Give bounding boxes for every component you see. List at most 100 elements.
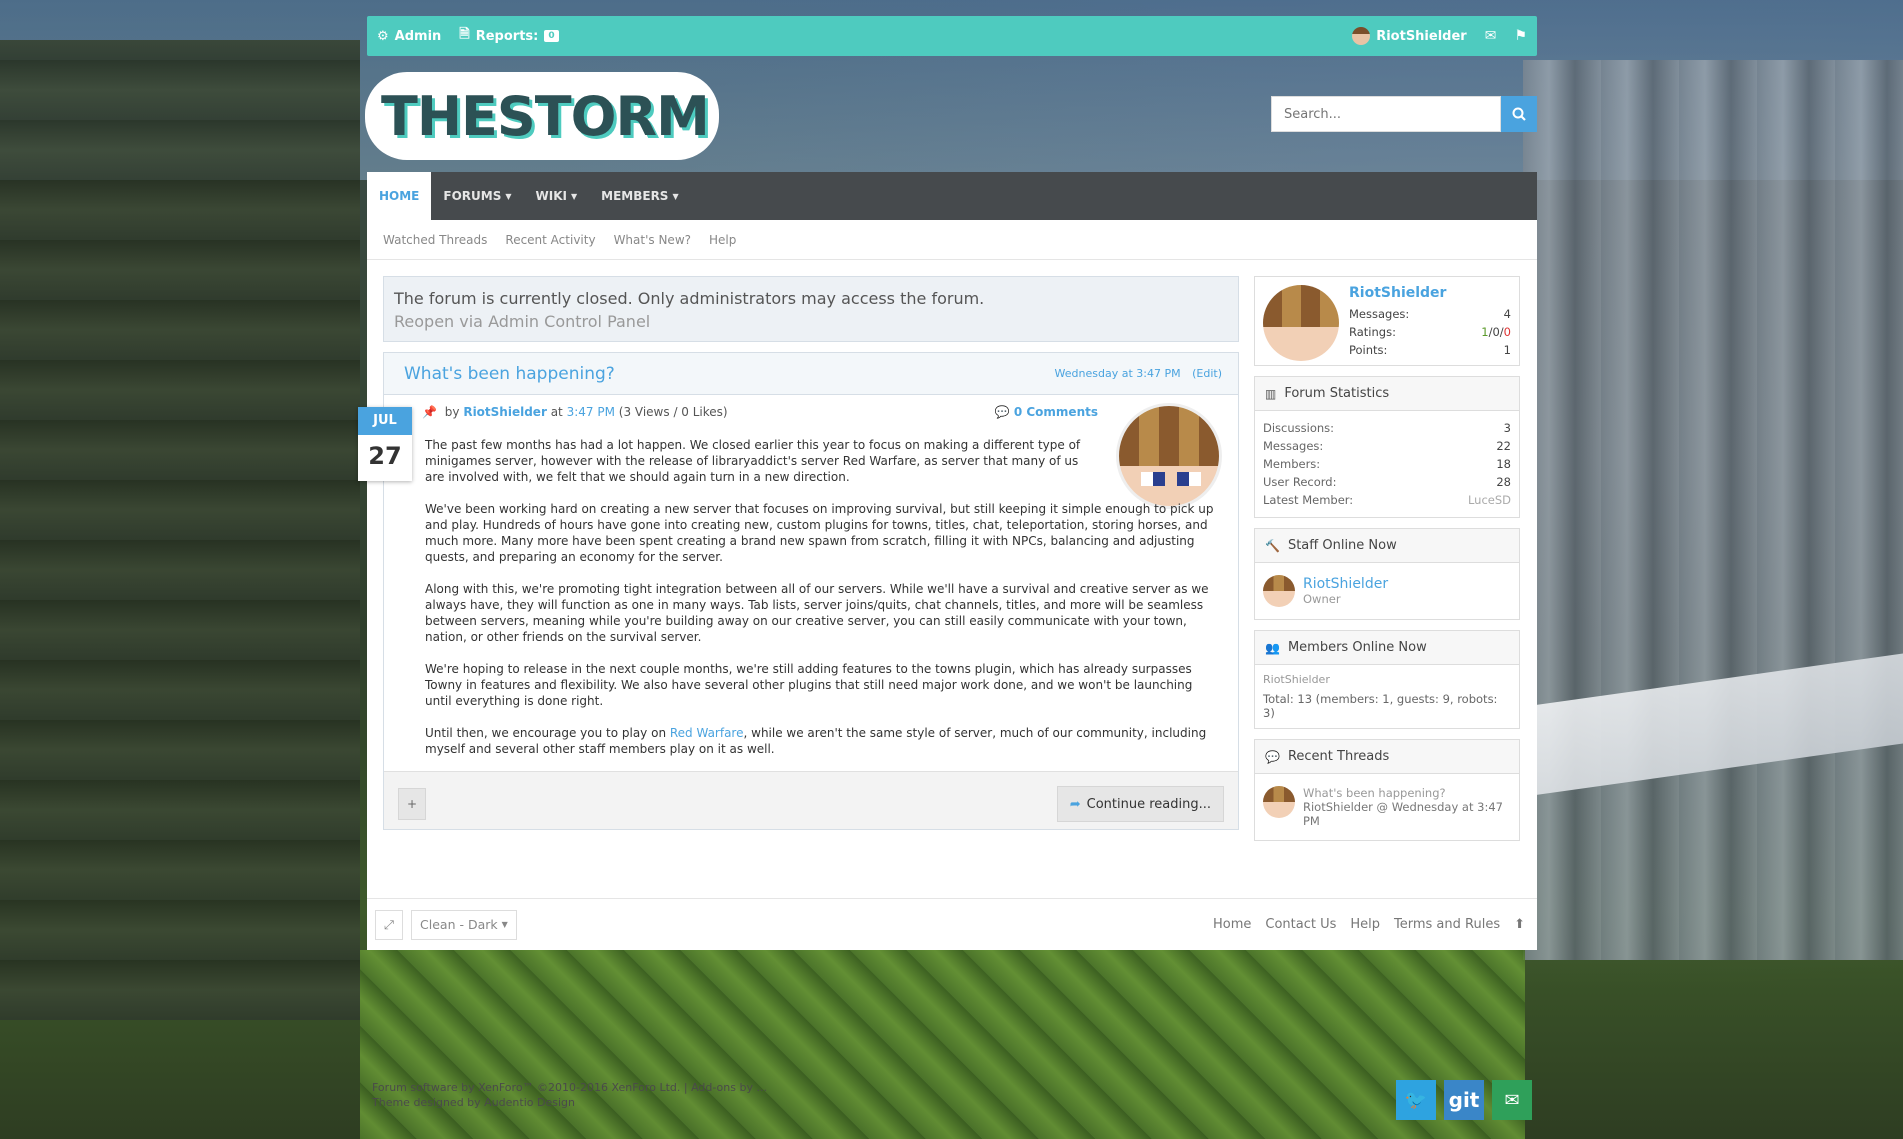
style-chooser[interactable]: Clean - Dark ▼ [411,909,517,940]
stat-row: Members: 18 [1263,457,1511,471]
copyright: Forum software by XenForo™ ©2010-2016 Xe… [372,1080,767,1110]
visitor-name[interactable]: RiotShielder [1349,285,1511,301]
article-footer: + ➦ Continue reading... [384,771,1238,829]
user-menu[interactable]: RiotShielder [1352,27,1467,45]
thread-meta: RiotShielder @ Wednesday at 3:47 PM [1303,800,1503,828]
caret-down-icon: ▼ [505,191,512,201]
comment-icon: 💬 [1265,749,1280,764]
date-day: 27 [368,442,402,470]
caret-down-icon: ▼ [672,191,679,201]
stat-row: User Record: 28 [1263,475,1511,489]
visitor-panel-body: RiotShielder Messages: 4 Ratings: 1/0/0 Po… [1255,277,1519,365]
footer-controls: ⤢ Clean - Dark ▼ [375,909,517,940]
paragraph: Along with this, we're promoting tight i… [425,582,1209,644]
article-date: Wednesday at 3:47 PM (Edit) [1047,367,1222,380]
article-title[interactable]: What's been happening? [404,364,615,384]
subnav-help[interactable]: Help [709,233,736,247]
footer-bar: ⤢ Clean - Dark ▼ Home Contact Us Help Te… [367,898,1537,950]
author-link[interactable]: RiotShielder [463,405,547,419]
document-icon: 🗎 [459,27,470,42]
twitter-icon: 🐦 [1404,1089,1428,1111]
edit-link[interactable]: (Edit) [1192,367,1222,380]
search-icon [1512,107,1526,121]
sidebar: RiotShielder Messages: 4 Ratings: 1/0/0 Po… [1254,276,1520,851]
red-warfare-link[interactable]: Red Warfare [670,726,744,740]
subnav-whats-new[interactable]: What's New? [614,233,691,247]
theme-credit: Theme designed by Audentio Design [372,1096,575,1109]
time-link[interactable]: 3:47 PM [567,405,615,419]
footer-link-home[interactable]: Home [1213,917,1251,932]
subnav-recent-activity[interactable]: Recent Activity [505,233,595,247]
stat-row: Latest Member: LuceSD [1263,491,1511,509]
staff-name[interactable]: RiotShielder [1303,576,1388,592]
reopen-link[interactable]: Reopen via Admin Control Panel [394,312,1228,331]
footer-link-help[interactable]: Help [1350,917,1380,932]
background-left-cliff [0,40,360,1020]
search-bar [1271,96,1537,132]
paragraph: The past few months has had a lot happen… [425,438,1081,484]
site-logo[interactable]: THESTORM [367,74,717,158]
search-input[interactable] [1271,96,1501,132]
tab-members[interactable]: MEMBERS ▼ [589,172,690,220]
staff-member: RiotShielder Owner [1263,571,1511,611]
date-month: JUL [358,407,412,435]
visitor-panel: RiotShielder Messages: 4 Ratings: 1/0/0 Po… [1254,276,1520,366]
footer-link-terms[interactable]: Terms and Rules [1394,917,1500,932]
thread-title-link[interactable]: What's been happening? [1303,786,1511,800]
expand-icon: ⤢ [384,916,395,932]
comments-link[interactable]: 💬 0 Comments [995,405,1098,419]
git-button[interactable]: git [1444,1080,1484,1120]
background-right-cliff [1523,60,1903,960]
staff-info: RiotShielder Owner [1303,576,1388,606]
article: What's been happening? Wednesday at 3:47… [358,352,1239,830]
avatar[interactable] [1263,285,1339,361]
envelope-icon[interactable]: ✉ [1485,28,1497,44]
gavel-icon: 🔨 [1265,538,1280,553]
git-icon: git [1448,1088,1480,1112]
tab-home[interactable]: HOME [367,172,432,220]
thread-info: What's been happening? RiotShielder @ We… [1303,786,1511,828]
paragraph: We're hoping to release in the next coup… [425,662,1193,708]
staff-online-panel: 🔨 Staff Online Now RiotShielder Owner [1254,528,1520,620]
avatar[interactable] [1263,786,1295,818]
header: THESTORM [367,56,1537,172]
stat-row: Messages: 22 [1263,439,1511,453]
subnav-watched-threads[interactable]: Watched Threads [383,233,487,247]
logo-text: THESTORM [381,84,710,148]
footer-link-contact[interactable]: Contact Us [1265,917,1336,932]
tab-wiki[interactable]: WIKI ▼ [524,172,590,220]
panel-header: ▥ Forum Statistics [1255,377,1519,411]
expand-width-button[interactable]: ⤢ [375,909,404,940]
caret-down-icon: ▼ [570,191,578,201]
comment-icon: 💬 [994,405,1010,419]
email-button[interactable]: ✉ [1492,1080,1532,1120]
continue-reading-button[interactable]: ➦ Continue reading... [1056,786,1224,822]
flag-icon[interactable]: ⚑ [1514,28,1527,44]
avatar[interactable] [1263,575,1295,607]
stat-row: Ratings: 1/0/0 [1349,325,1511,339]
article-byline: 📌 by RiotShielder at 3:47 PM (3 Views / … [422,405,728,419]
admin-link[interactable]: ⚙ Admin [377,29,441,44]
envelope-icon: ✉ [1504,1089,1520,1111]
latest-member-link[interactable]: LuceSD [1468,491,1511,509]
users-icon: 👥 [1265,640,1280,655]
panel-body: RiotShielder Total: 13 (members: 1, gues… [1255,665,1519,728]
online-member-link[interactable]: RiotShielder [1263,673,1511,686]
paragraph: We've been working hard on creating a ne… [425,502,1214,564]
tab-forums[interactable]: FORUMS ▼ [431,172,523,220]
staff-role: Owner [1303,592,1341,606]
twitter-button[interactable]: 🐦 [1396,1080,1436,1120]
stat-row: Points: 1 [1349,343,1511,357]
gear-icon: ⚙ [377,28,389,44]
members-online-panel: 👥 Members Online Now RiotShielder Total:… [1254,630,1520,729]
reports-link[interactable]: 🗎 Reports: 0 [459,25,559,47]
arrow-up-icon[interactable]: ⬆ [1514,917,1525,932]
expand-button[interactable]: + [398,788,426,820]
forum-statistics-panel: ▥ Forum Statistics Discussions: 3 Message… [1254,376,1520,518]
pin-icon: 📌 [422,405,437,419]
panel-body: What's been happening? RiotShielder @ We… [1255,774,1519,840]
panel-header: 🔨 Staff Online Now [1255,529,1519,563]
recent-threads-panel: 💬 Recent Threads What's been happening? … [1254,739,1520,841]
list-item: What's been happening? RiotShielder @ We… [1263,782,1511,832]
search-button[interactable] [1501,96,1537,132]
